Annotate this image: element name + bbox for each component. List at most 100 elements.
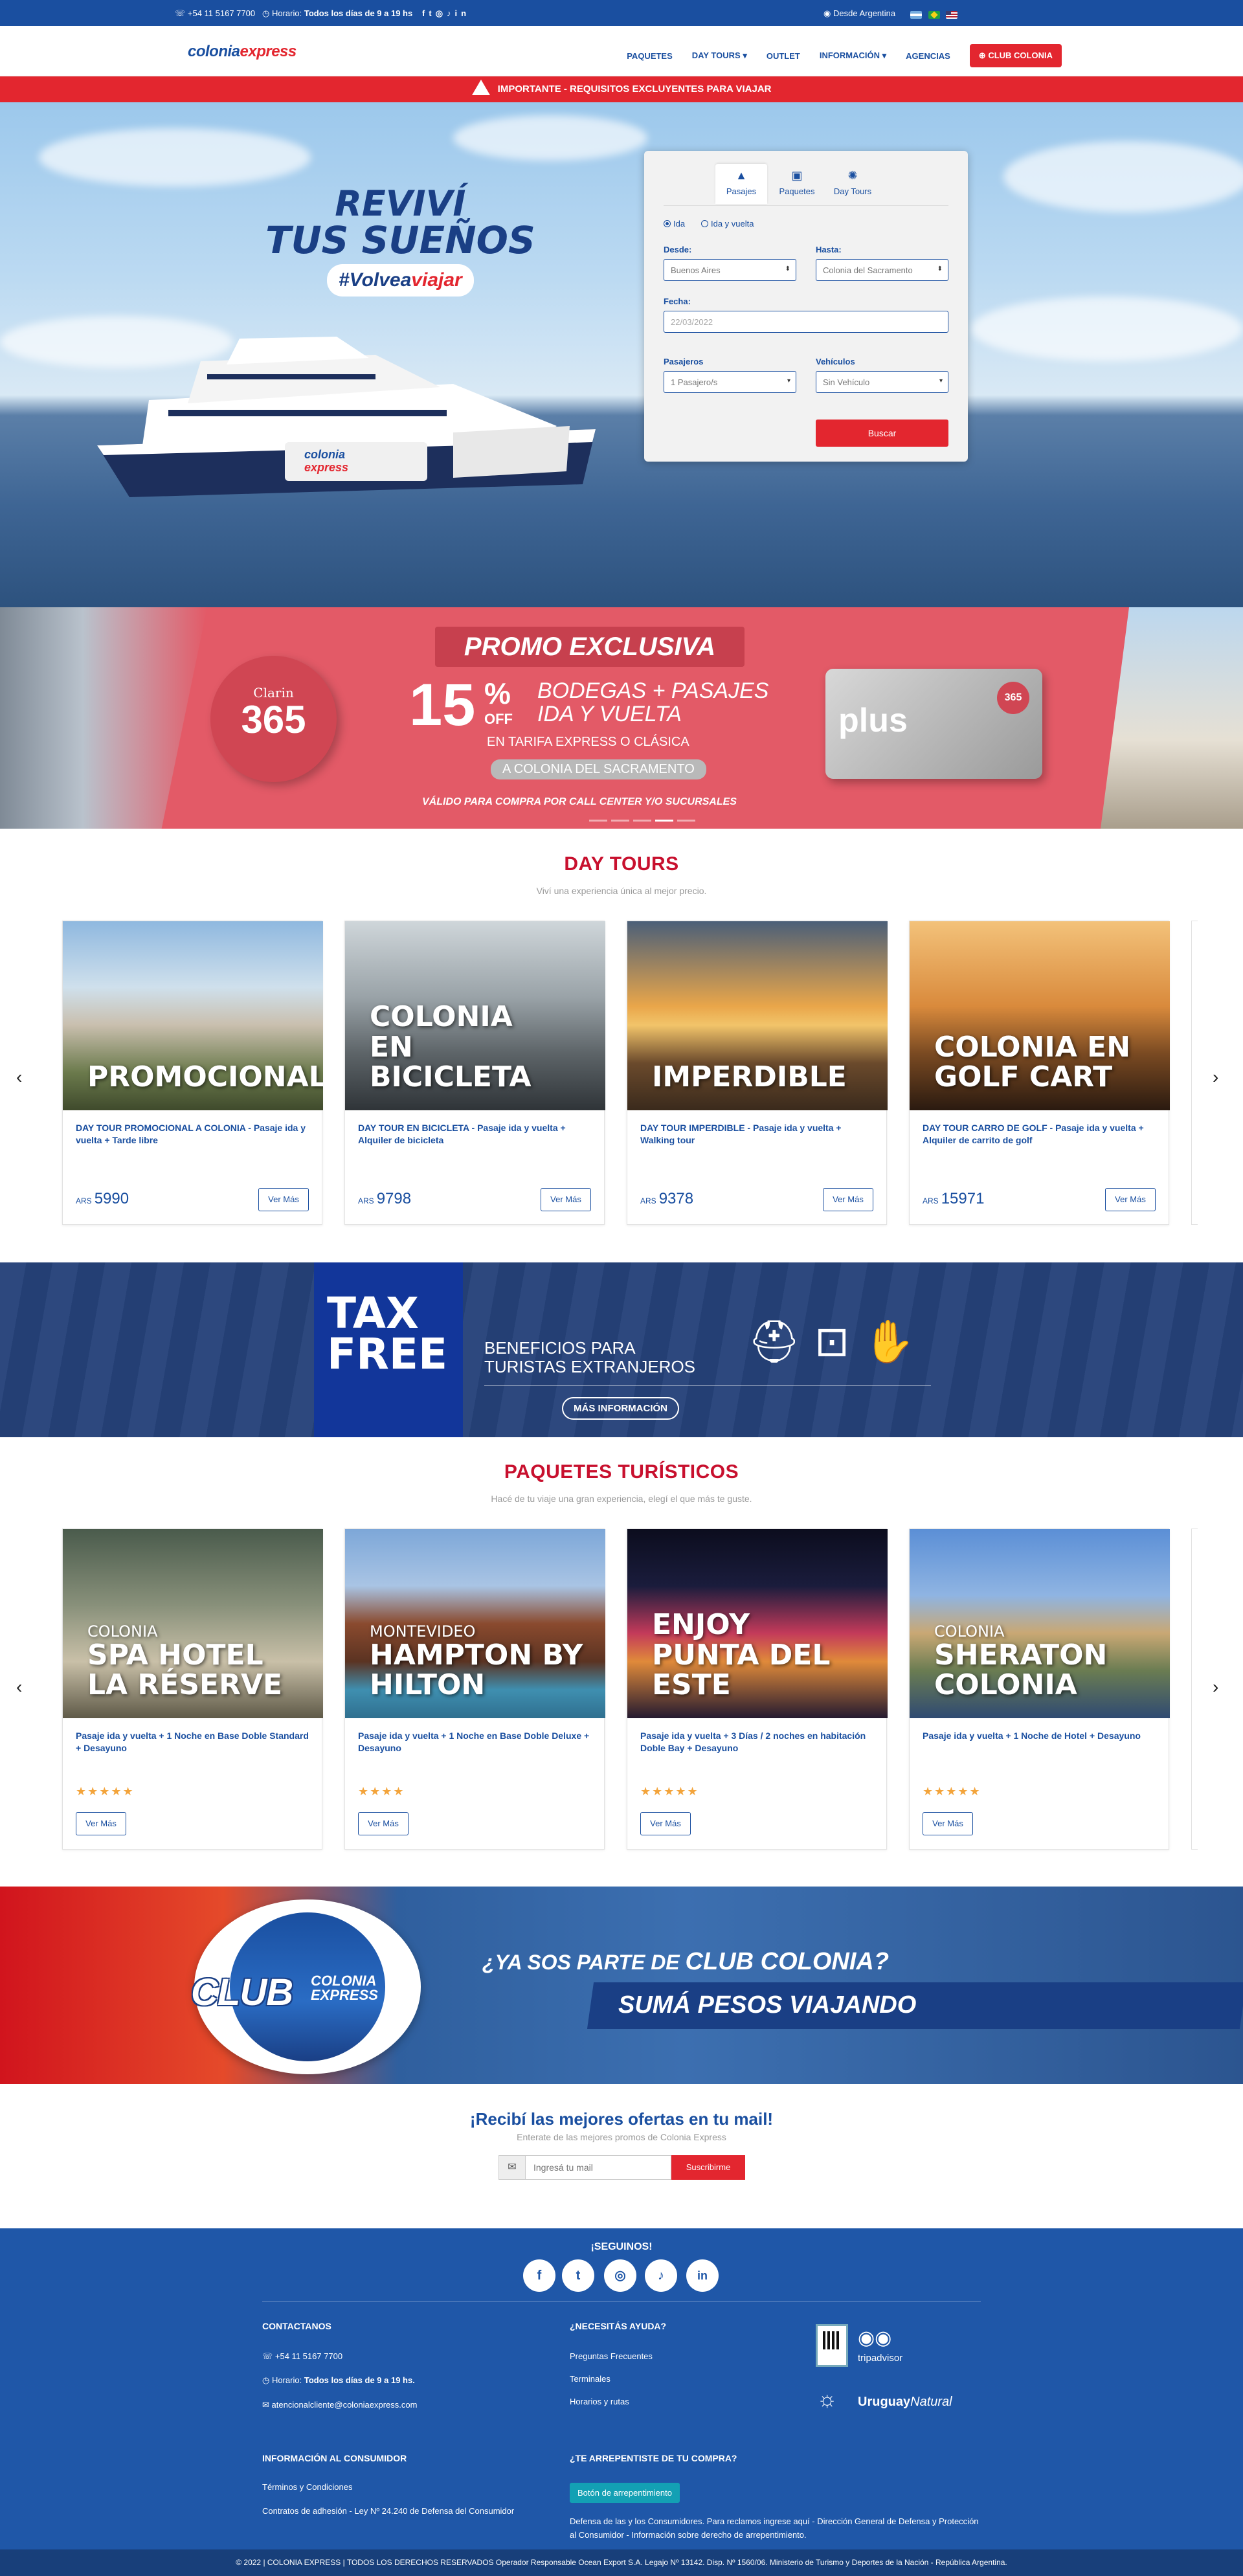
package-card[interactable]: ENJOY PUNTA DEL ESTE Pasaje ida y vuelta… bbox=[627, 1529, 888, 1850]
club-question-b: CLUB COLONIA? bbox=[685, 1948, 890, 1975]
divider bbox=[484, 1385, 931, 1386]
language-flags[interactable] bbox=[906, 9, 958, 19]
promo-banner[interactable]: PROMO EXCLUSIVA Clarin 365 15 % OFF BODE… bbox=[0, 607, 1243, 829]
facebook-icon[interactable]: f bbox=[422, 8, 429, 18]
linkedin-icon[interactable]: in bbox=[686, 2259, 719, 2292]
newsletter-email-input[interactable] bbox=[525, 2155, 671, 2180]
promo-headline-2: IDA Y VUELTA bbox=[537, 701, 682, 726]
daytour-card[interactable]: IMPERDIBLE DAY TOUR IMPERDIBLE - Pasaje … bbox=[627, 921, 888, 1225]
carousel-dot-active[interactable] bbox=[655, 820, 673, 822]
terms-link[interactable]: Términos y Condiciones bbox=[262, 2482, 352, 2492]
nav-informacion-label: INFORMACIÓN bbox=[819, 50, 880, 60]
subscribe-button[interactable]: Suscribirme bbox=[671, 2155, 745, 2180]
package-card[interactable]: COLONIA SPA HOTEL LA RÉSERVE Pasaje ida y… bbox=[62, 1529, 323, 1850]
package-desc: Pasaje ida y vuelta + 3 Días / 2 noches … bbox=[640, 1730, 866, 1753]
carousel-dot[interactable] bbox=[611, 820, 629, 822]
chevron-left-icon[interactable]: ‹ bbox=[16, 1067, 22, 1088]
twitter-icon[interactable]: t bbox=[429, 8, 435, 18]
regret-text[interactable]: Defensa de las y los Consumidores. Para … bbox=[570, 2515, 984, 2542]
carousel-dot[interactable] bbox=[633, 820, 651, 822]
instagram-icon[interactable]: ◎ bbox=[604, 2259, 636, 2292]
currency: ARS bbox=[923, 1196, 939, 1205]
tax-free-banner[interactable]: TAX FREE BENEFICIOS PARA TURISTAS EXTRAN… bbox=[0, 1262, 1243, 1437]
uruguay-natural-logo[interactable]: UruguayNatural bbox=[858, 2395, 952, 2410]
chevron-left-icon[interactable]: ‹ bbox=[16, 1677, 22, 1697]
argentina-flag-icon[interactable] bbox=[910, 10, 922, 19]
promo-validity: VÁLIDO PARA COMPRA POR CALL CENTER Y/O S… bbox=[422, 796, 737, 807]
club-button-label: CLUB COLONIA bbox=[988, 50, 1053, 60]
usa-flag-icon[interactable] bbox=[946, 10, 958, 19]
ver-mas-button[interactable]: Ver Más bbox=[258, 1188, 309, 1211]
ver-mas-button[interactable]: Ver Más bbox=[823, 1188, 873, 1211]
daytour-card[interactable]: COLONIA EN GOLF CART DAY TOUR CARRO DE G… bbox=[909, 921, 1170, 1225]
sun-icon: ✺ bbox=[847, 169, 858, 182]
uruguay-text-a: Uruguay bbox=[858, 2395, 911, 2409]
phone-icon: ☏ bbox=[262, 2351, 273, 2361]
logo[interactable]: coloniaexpress bbox=[188, 43, 297, 61]
regret-button[interactable]: Botón de arrepentimiento bbox=[570, 2483, 680, 2503]
twitter-icon[interactable]: t bbox=[562, 2259, 594, 2292]
footer-email[interactable]: ✉ atencionalcliente@coloniaexpress.com bbox=[262, 2400, 417, 2410]
uruguay-text-b: Natural bbox=[910, 2395, 952, 2409]
tripadvisor-logo[interactable]: tripadvisor bbox=[858, 2353, 902, 2364]
tab-pasajes[interactable]: ▲ Pasajes bbox=[715, 164, 767, 204]
select-caret-icon: ⬍ bbox=[785, 265, 790, 273]
vehicles-select[interactable]: Sin Vehículo ▾ bbox=[816, 371, 948, 393]
package-card[interactable]: COLONIA SHERATON COLONIA Pasaje ida y vue… bbox=[909, 1529, 1170, 1850]
brazil-flag-icon[interactable] bbox=[928, 10, 940, 19]
from-select[interactable]: Buenos Aires ⬍ bbox=[664, 259, 796, 281]
ver-mas-button[interactable]: Ver Más bbox=[1105, 1188, 1156, 1211]
club-colonia-button[interactable]: ⊕ CLUB COLONIA bbox=[969, 44, 1062, 67]
daytour-card[interactable]: COLONIA EN BICICLETA DAY TOUR EN BICICLE… bbox=[344, 921, 605, 1225]
tiktok-icon[interactable]: ♪ bbox=[447, 8, 455, 18]
top-bar: ☏ +54 11 5167 7700 ◷ Horario: Todos los … bbox=[0, 0, 1243, 26]
nav-agencias[interactable]: AGENCIAS bbox=[906, 51, 950, 61]
nav-outlet[interactable]: OUTLET bbox=[767, 51, 800, 61]
nav-informacion[interactable]: INFORMACIÓN ▾ bbox=[820, 50, 886, 61]
ver-mas-button[interactable]: Ver Más bbox=[923, 1812, 973, 1835]
mas-informacion-button[interactable]: MÁS INFORMACIÓN bbox=[562, 1397, 679, 1420]
radio-ida[interactable]: Ida bbox=[664, 219, 685, 229]
ver-mas-button[interactable]: Ver Más bbox=[541, 1188, 591, 1211]
tiktok-icon[interactable]: ♪ bbox=[645, 2259, 677, 2292]
carousel-dot[interactable] bbox=[677, 820, 695, 822]
clarin-365-text: 365 bbox=[241, 698, 306, 741]
chevron-right-icon[interactable]: › bbox=[1213, 1067, 1218, 1088]
nav-day-tours[interactable]: DAY TOURS ▾ bbox=[692, 50, 747, 61]
tab-paquetes[interactable]: ▣ Paquetes bbox=[771, 164, 823, 204]
package-card[interactable]: MONTEVIDEO HAMPTON BY HILTON Pasaje ida y… bbox=[344, 1529, 605, 1850]
alert-banner[interactable]: IMPORTANTE - REQUISITOS EXCLUYENTES PARA… bbox=[0, 76, 1243, 102]
schedules-link[interactable]: Horarios y rutas bbox=[570, 2397, 629, 2406]
terminals-link[interactable]: Terminales bbox=[570, 2374, 610, 2384]
phone-contact[interactable]: ☏ +54 11 5167 7700 bbox=[175, 8, 255, 19]
nav-paquetes[interactable]: PAQUETES bbox=[627, 51, 673, 61]
facebook-icon[interactable]: f bbox=[523, 2259, 555, 2292]
date-input[interactable]: 22/03/2022 bbox=[664, 311, 948, 333]
carousel-dots[interactable] bbox=[589, 820, 695, 822]
contracts-link[interactable]: Contratos de adhesión - Ley Nº 24.240 de… bbox=[262, 2505, 515, 2518]
carousel-dot[interactable] bbox=[589, 820, 607, 822]
to-select[interactable]: Colonia del Sacramento ⬍ bbox=[816, 259, 948, 281]
social-icons-top[interactable]: ft◎♪in bbox=[422, 8, 470, 19]
linkedin-icon[interactable]: in bbox=[455, 8, 471, 18]
tab-day-tours[interactable]: ✺ Day Tours bbox=[827, 164, 879, 204]
location-selector[interactable]: ◉ Desde Argentina bbox=[823, 8, 895, 19]
ver-mas-button[interactable]: Ver Más bbox=[76, 1812, 126, 1835]
ver-mas-button[interactable]: Ver Más bbox=[640, 1812, 691, 1835]
promo-destination: A COLONIA DEL SACRAMENTO bbox=[491, 759, 706, 779]
footer-phone[interactable]: ☏ +54 11 5167 7700 bbox=[262, 2351, 342, 2362]
promo-title: PROMO EXCLUSIVA bbox=[435, 627, 745, 667]
qr-data-fiscal-icon[interactable] bbox=[816, 2324, 848, 2367]
instagram-icon[interactable]: ◎ bbox=[436, 8, 447, 18]
club-cta-text: SUMÁ PESOS VIAJANDO bbox=[618, 1991, 917, 2019]
search-button[interactable]: Buscar bbox=[816, 420, 948, 447]
passengers-select[interactable]: 1 Pasajero/s ▾ bbox=[664, 371, 796, 393]
chevron-right-icon[interactable]: › bbox=[1213, 1677, 1218, 1697]
club-colonia-banner[interactable]: CLUB COLONIA EXPRESS ¿YA SOS PARTE DE CL… bbox=[0, 1887, 1243, 2084]
club-icon: ⊕ bbox=[978, 50, 986, 60]
daytour-card[interactable]: PROMOCIONAL DAY TOUR PROMOCIONAL A COLON… bbox=[62, 921, 323, 1225]
ver-mas-button[interactable]: Ver Más bbox=[358, 1812, 409, 1835]
footer-hours: ◷ Horario: Todos los días de 9 a 19 hs. bbox=[262, 2375, 415, 2386]
radio-ida-vuelta[interactable]: Ida y vuelta bbox=[701, 219, 754, 229]
faq-link[interactable]: Preguntas Frecuentes bbox=[570, 2351, 653, 2361]
